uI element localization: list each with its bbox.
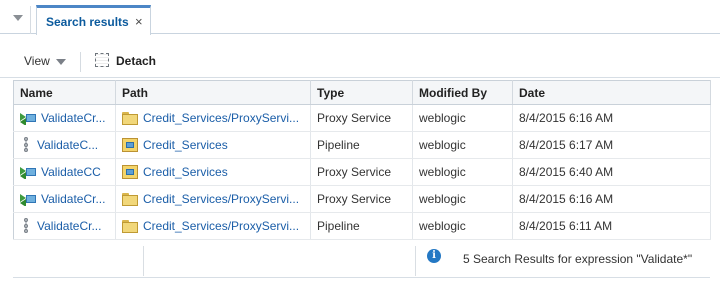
date-cell: 8/4/2015 6:11 AM: [512, 212, 711, 240]
name-cell: ValidateCC: [13, 158, 116, 186]
search-results-summary: 5 Search Results for expression "Validat…: [463, 252, 693, 266]
name-cell: ValidateCr...: [13, 212, 116, 240]
resource-path-link[interactable]: Credit_Services: [143, 165, 228, 179]
type-cell: Proxy Service: [310, 185, 413, 213]
date-cell: 8/4/2015 6:17 AM: [512, 131, 711, 159]
tab-label[interactable]: Search results: [46, 15, 129, 29]
search-results-table: Name Path Type Modified By Date Validate…: [13, 80, 711, 240]
detach-button[interactable]: Detach: [116, 54, 156, 68]
divider: [143, 246, 144, 276]
modified-by-cell: weblogic: [412, 212, 513, 240]
path-cell: Credit_Services/ProxyServi...: [115, 185, 311, 213]
path-cell: Credit_Services/ProxyServi...: [115, 104, 311, 132]
column-header-modified-by[interactable]: Modified By: [412, 80, 513, 105]
modified-by-cell: weblogic: [412, 104, 513, 132]
view-menu-button[interactable]: View: [24, 54, 50, 68]
column-header-date[interactable]: Date: [512, 80, 711, 105]
folder-icon: [122, 219, 138, 233]
date-cell: 8/4/2015 6:16 AM: [512, 185, 711, 213]
divider: [30, 6, 31, 34]
table-row[interactable]: ValidateCr... Credit_Services/ProxyServi…: [13, 104, 711, 132]
toolbar: View Detach: [0, 44, 720, 78]
resource-name-link[interactable]: ValidateCr...: [37, 219, 101, 233]
proxy-service-icon: [20, 111, 36, 125]
tab-menu-chevron-down-icon[interactable]: [13, 15, 23, 21]
proxy-service-icon: [20, 165, 36, 179]
name-cell: ValidateCr...: [13, 185, 116, 213]
divider: [415, 246, 416, 276]
column-header-name[interactable]: Name: [13, 80, 116, 105]
tab-bar: Search results ×: [0, 0, 720, 35]
resource-name-link[interactable]: ValidateCr...: [41, 192, 105, 206]
name-cell: ValidateCr...: [13, 104, 116, 132]
resource-path-link[interactable]: Credit_Services/ProxyServi...: [143, 219, 299, 233]
date-cell: 8/4/2015 6:40 AM: [512, 158, 711, 186]
divider: [80, 52, 81, 72]
type-cell: Proxy Service: [310, 104, 413, 132]
project-icon: [122, 138, 138, 152]
resource-path-link[interactable]: Credit_Services: [143, 138, 228, 152]
date-cell: 8/4/2015 6:16 AM: [512, 104, 711, 132]
resource-name-link[interactable]: ValidateCr...: [41, 111, 105, 125]
column-header-type[interactable]: Type: [310, 80, 413, 105]
modified-by-cell: weblogic: [412, 185, 513, 213]
resource-path-link[interactable]: Credit_Services/ProxyServi...: [143, 111, 299, 125]
resource-name-link[interactable]: ValidateC...: [37, 138, 98, 152]
path-cell: Credit_Services/ProxyServi...: [115, 212, 311, 240]
close-icon[interactable]: ×: [135, 14, 143, 29]
name-cell: ValidateC...: [13, 131, 116, 159]
path-cell: Credit_Services: [115, 131, 311, 159]
modified-by-cell: weblogic: [412, 131, 513, 159]
folder-icon: [122, 192, 138, 206]
table-row[interactable]: ValidateC... Credit_Services Pipeline we…: [13, 131, 711, 159]
modified-by-cell: weblogic: [412, 158, 513, 186]
info-icon: i: [427, 249, 441, 263]
table-row[interactable]: ValidateCr... Credit_Services/ProxyServi…: [13, 185, 711, 213]
table-header-row: Name Path Type Modified By Date: [13, 80, 711, 105]
type-cell: Proxy Service: [310, 158, 413, 186]
column-header-path[interactable]: Path: [115, 80, 311, 105]
resource-path-link[interactable]: Credit_Services/ProxyServi...: [143, 192, 299, 206]
type-cell: Pipeline: [310, 212, 413, 240]
detach-icon[interactable]: [95, 53, 109, 67]
pipeline-icon: [20, 218, 32, 234]
chevron-down-icon[interactable]: [56, 59, 66, 65]
folder-icon: [122, 111, 138, 125]
path-cell: Credit_Services: [115, 158, 311, 186]
tab-search-results[interactable]: Search results ×: [36, 5, 151, 35]
project-icon: [122, 165, 138, 179]
pipeline-icon: [20, 137, 32, 153]
proxy-service-icon: [20, 192, 36, 206]
resource-name-link[interactable]: ValidateCC: [41, 165, 101, 179]
status-bar: i 5 Search Results for expression "Valid…: [13, 244, 710, 278]
type-cell: Pipeline: [310, 131, 413, 159]
table-row[interactable]: ValidateCr... Credit_Services/ProxyServi…: [13, 212, 711, 240]
table-row[interactable]: ValidateCC Credit_Services Proxy Service…: [13, 158, 711, 186]
